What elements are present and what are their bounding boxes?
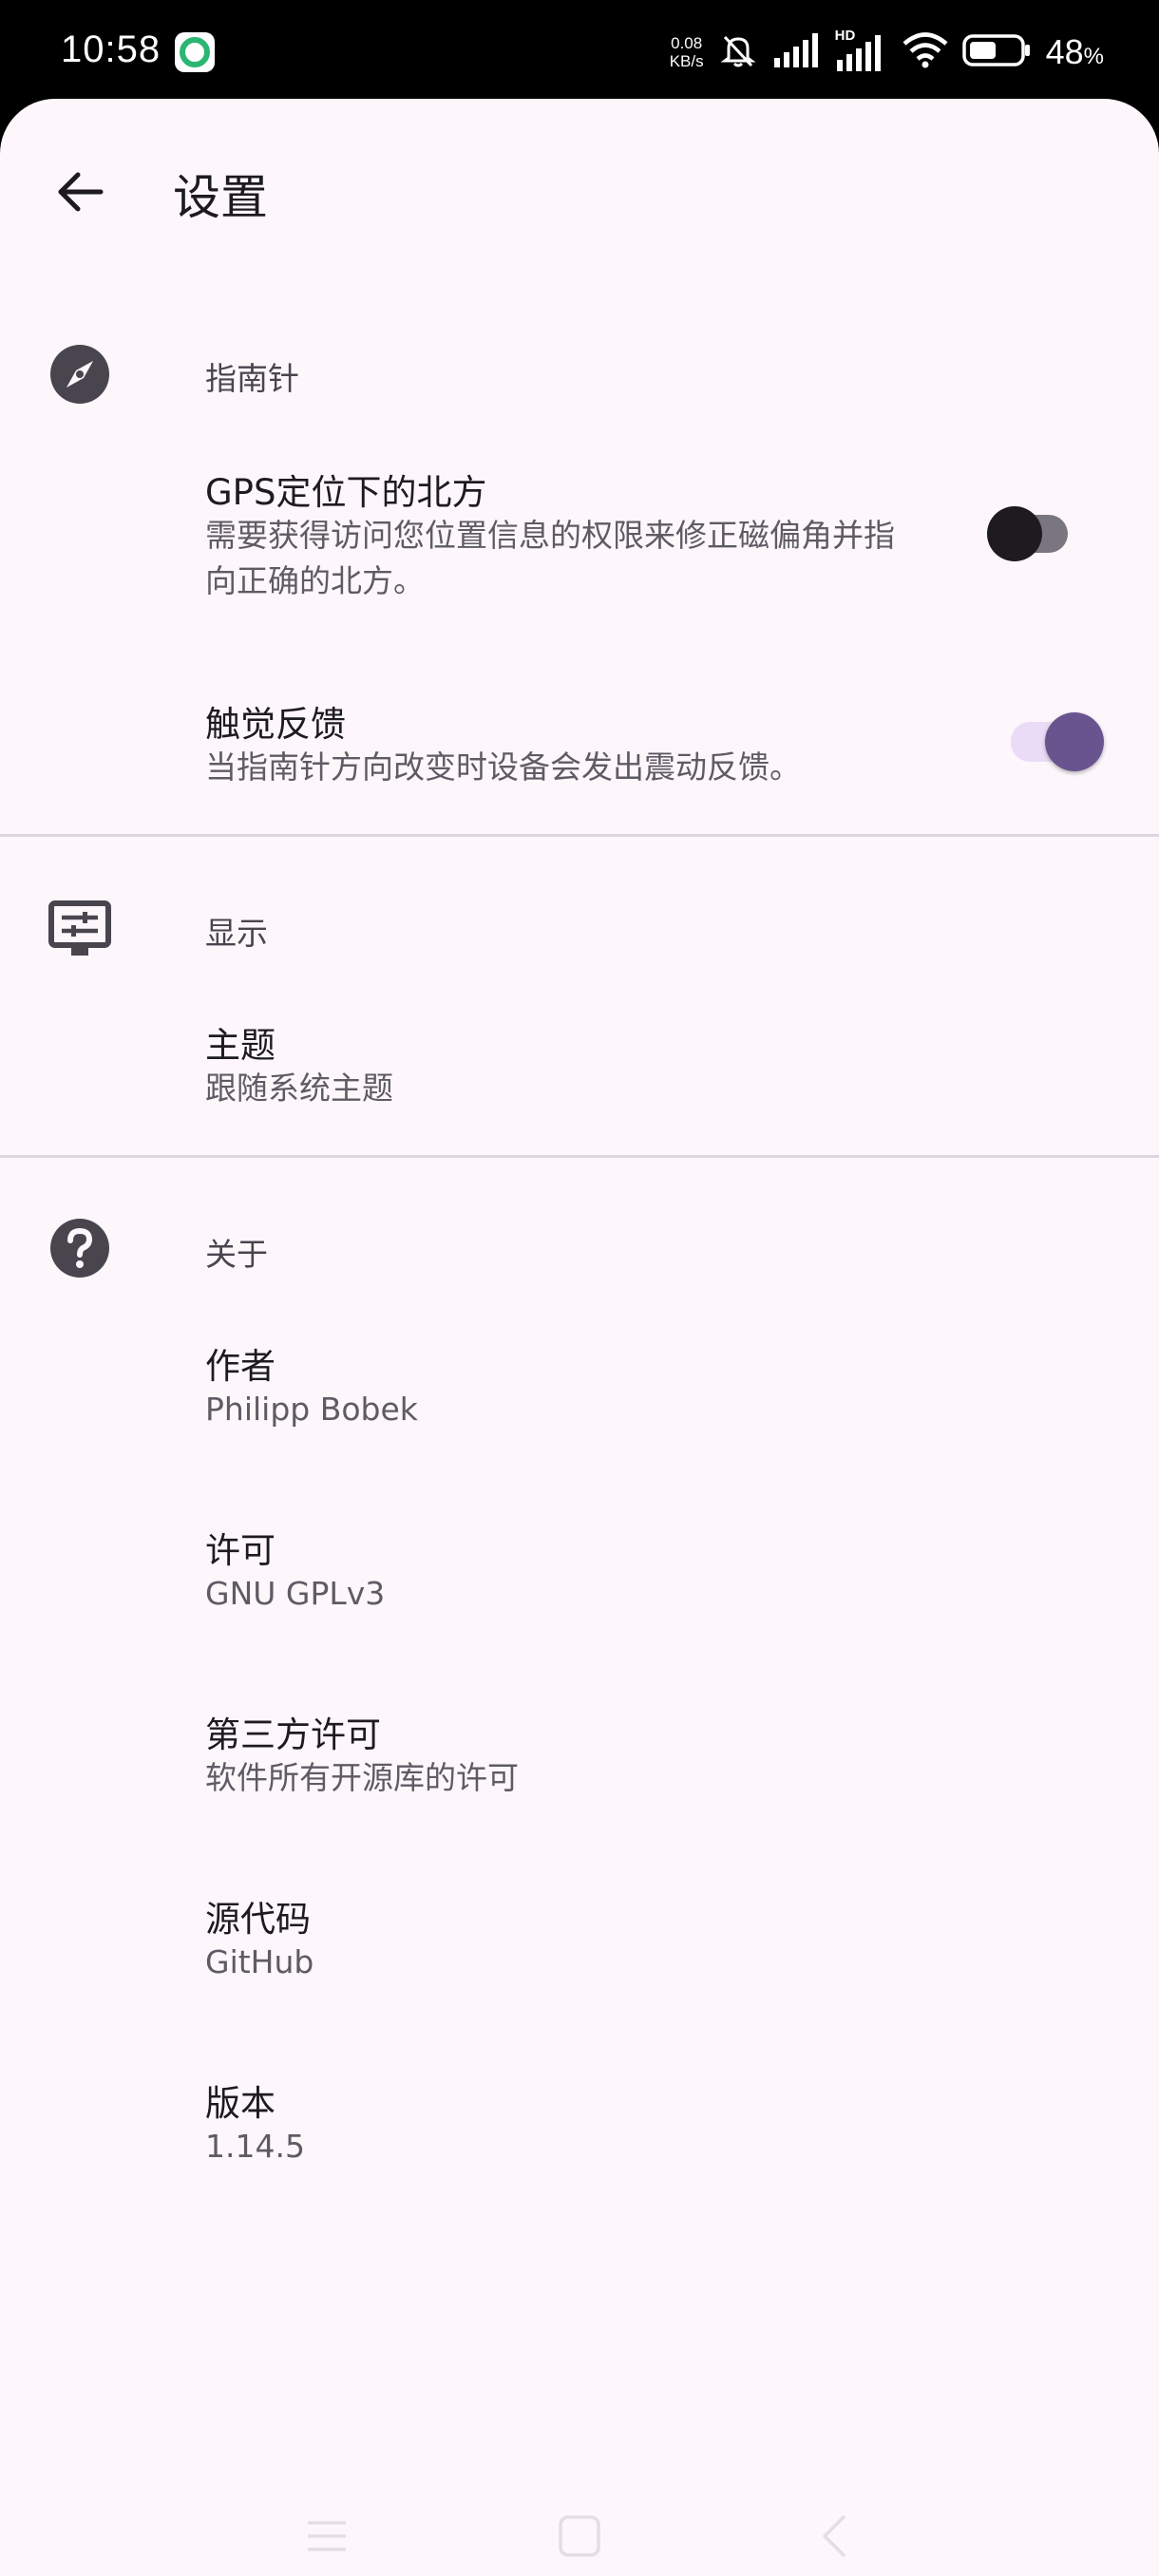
- page-title: 设置: [173, 170, 268, 225]
- divider: [0, 834, 1159, 837]
- pref-author-summary: Philipp Bobek: [205, 1391, 418, 1428]
- nav-menu-button[interactable]: [302, 2511, 352, 2561]
- status-bar: 10:58 0.08 KB/s HD 48%: [0, 0, 1159, 104]
- pref-license-title: 许可: [205, 1530, 276, 1571]
- gps-north-switch[interactable]: [984, 503, 1079, 561]
- nav-home-button[interactable]: [555, 2511, 604, 2561]
- battery-percentage: 48%: [1046, 32, 1104, 72]
- status-time: 10:58: [61, 28, 162, 70]
- settings-screen: 设置 指南针 GPS定位下的北方 需要获得访问您位置信息的权限来修正磁偏角并指 …: [0, 99, 1159, 2576]
- battery-icon: [961, 32, 1033, 72]
- top-app-bar: 设置: [0, 99, 1159, 285]
- back-button[interactable]: [34, 146, 125, 237]
- category-title-about: 关于: [205, 1236, 268, 1273]
- pref-gps-north-summary-line2: 向正确的北方。: [205, 562, 425, 599]
- gps-north-switch-thumb: [987, 506, 1042, 561]
- pref-gps-north-title: GPS定位下的北方: [205, 472, 487, 513]
- haptic-switch[interactable]: [1011, 712, 1115, 771]
- pref-theme-title: 主题: [205, 1025, 276, 1066]
- haptic-switch-thumb: [1045, 712, 1104, 771]
- pref-source-summary: GitHub: [205, 1943, 314, 1980]
- pref-version-summary: 1.14.5: [205, 2128, 305, 2165]
- status-icons: 0.08 KB/s HD 48%: [670, 28, 1104, 76]
- pref-gps-north-summary-line1: 需要获得访问您位置信息的权限来修正磁偏角并指: [205, 517, 895, 554]
- pref-author-title: 作者: [205, 1346, 276, 1387]
- pref-license-summary: GNU GPLv3: [205, 1575, 386, 1612]
- divider: [0, 1155, 1159, 1158]
- category-title-compass: 指南针: [205, 360, 299, 397]
- arrow-left-icon: [58, 172, 104, 212]
- notification-app-icon: [175, 32, 215, 72]
- category-title-display: 显示: [205, 915, 268, 952]
- pref-source-title: 源代码: [205, 1899, 311, 1940]
- signal-hd-icon: HD: [835, 28, 888, 73]
- pref-haptic-summary: 当指南针方向改变时设备会发出震动反馈。: [205, 748, 801, 786]
- signal-icon: [772, 31, 822, 73]
- menu-icon: [308, 2521, 346, 2551]
- home-square-icon: [559, 2515, 600, 2557]
- network-speed-unit: KB/s: [669, 52, 704, 70]
- network-speed: 0.08 KB/s: [670, 34, 704, 70]
- battery-value: 48: [1045, 32, 1084, 71]
- pref-third-party-summary: 软件所有开源库的许可: [205, 1759, 519, 1796]
- nav-back-button[interactable]: [809, 2511, 859, 2561]
- battery-unit: %: [1083, 44, 1104, 69]
- system-navigation-bar: [0, 2492, 1159, 2576]
- compass-icon: [48, 342, 112, 407]
- display-settings-icon: [48, 897, 112, 961]
- network-speed-value: 0.08: [671, 34, 703, 52]
- mute-bell-icon: [717, 29, 759, 75]
- pref-haptic-title: 触觉反馈: [205, 704, 346, 745]
- help-icon: [48, 1216, 112, 1280]
- back-chevron-icon: [823, 2515, 846, 2557]
- wifi-icon: [902, 31, 949, 73]
- pref-theme-summary: 跟随系统主题: [205, 1070, 393, 1107]
- pref-version-title: 版本: [205, 2083, 276, 2124]
- pref-third-party-title: 第三方许可: [205, 1714, 381, 1755]
